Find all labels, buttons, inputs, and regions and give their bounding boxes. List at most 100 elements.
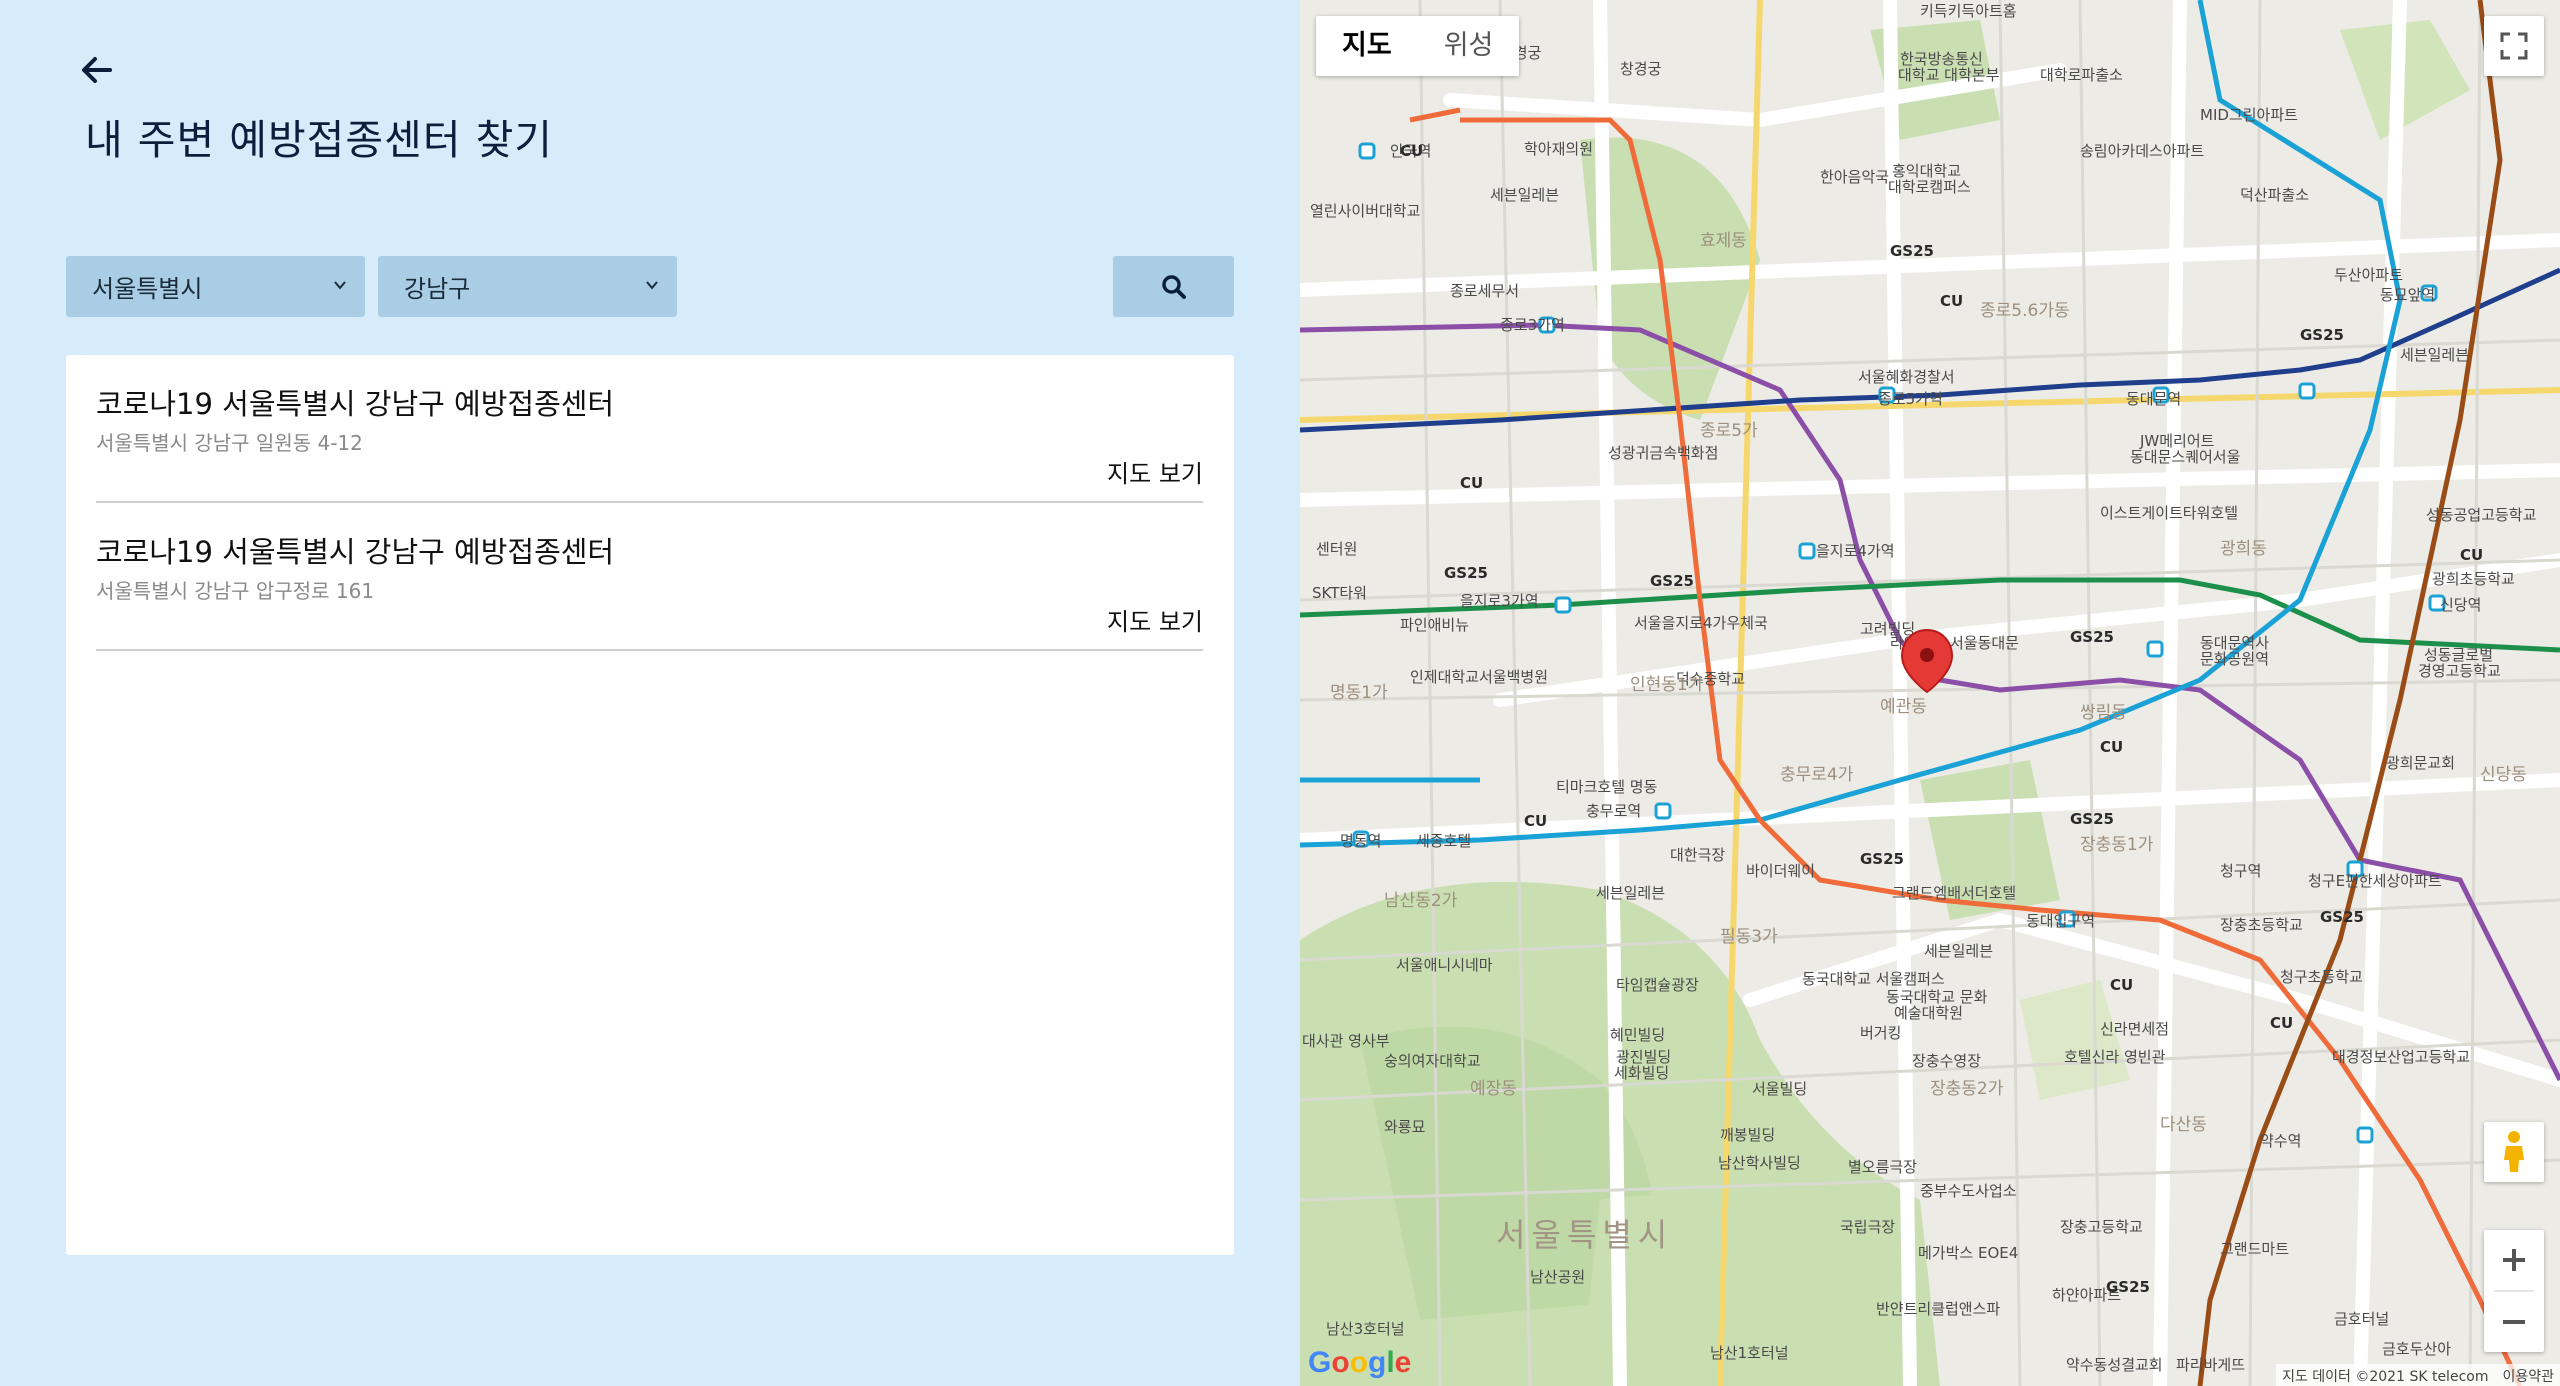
svg-text:동대입구역: 동대입구역 xyxy=(2026,912,2095,930)
svg-text:남산공원: 남산공원 xyxy=(1530,1268,1585,1286)
result-address: 서울특별시 강남구 일원동 4-12 xyxy=(96,431,363,455)
svg-text:송림아카데스아파트: 송림아카데스아파트 xyxy=(2080,142,2204,160)
svg-text:충무로4가: 충무로4가 xyxy=(1780,765,1854,785)
svg-text:와룡묘: 와룡묘 xyxy=(1384,1118,1426,1136)
svg-text:대한극장: 대한극장 xyxy=(1670,846,1725,864)
svg-text:파인애비뉴: 파인애비뉴 xyxy=(1400,616,1469,634)
view-map-link[interactable]: 지도 보기 xyxy=(1107,454,1203,489)
svg-text:장충수영장: 장충수영장 xyxy=(1912,1052,1981,1070)
svg-text:효제동: 효제동 xyxy=(1700,231,1747,251)
svg-text:세븐일레븐: 세븐일레븐 xyxy=(1490,186,1559,204)
svg-text:바이더웨이: 바이더웨이 xyxy=(1746,862,1815,880)
svg-text:신라면세점: 신라면세점 xyxy=(2100,1020,2169,1038)
svg-text:별오름극장: 별오름극장 xyxy=(1848,1158,1917,1176)
street-view-button[interactable] xyxy=(2484,1122,2544,1182)
results-list: 코로나19 서울특별시 강남구 예방접종센터 서울특별시 강남구 일원동 4-1… xyxy=(66,355,1234,1255)
map-canvas[interactable]: 키득키득아트홈 한국방송통신대학교 대학본부 대학로파출소 창경궁창경궁 MID… xyxy=(1300,0,2560,1386)
svg-text:덕산파출소: 덕산파출소 xyxy=(2240,186,2309,204)
svg-text:세븐일레븐: 세븐일레븐 xyxy=(1596,884,1665,902)
svg-text:MID그린아파트: MID그린아파트 xyxy=(2200,106,2298,124)
svg-text:필동3가: 필동3가 xyxy=(1720,927,1778,947)
svg-text:광희문교회: 광희문교회 xyxy=(2386,754,2455,772)
svg-text:대학로캠퍼스: 대학로캠퍼스 xyxy=(1888,178,1971,196)
svg-text:국립극장: 국립극장 xyxy=(1840,1218,1895,1236)
svg-text:종로5가역: 종로5가역 xyxy=(1878,390,1943,408)
map-city-label: 서울특별시 xyxy=(1496,1216,1673,1254)
svg-text:청구역: 청구역 xyxy=(2220,862,2261,880)
map-attribution: 지도 데이터 ©2021 SK telecom 이용약관 xyxy=(2276,1364,2560,1386)
svg-text:깨봉빌딩: 깨봉빌딩 xyxy=(1720,1126,1775,1144)
svg-text:GS25: GS25 xyxy=(2070,810,2114,828)
svg-text:금호두산아: 금호두산아 xyxy=(2382,1340,2451,1358)
terms-link[interactable]: 이용약관 xyxy=(2502,1366,2554,1385)
svg-text:동대문역: 동대문역 xyxy=(2126,390,2181,408)
svg-text:장충동2가: 장충동2가 xyxy=(1930,1079,2004,1099)
result-name: 코로나19 서울특별시 강남구 예방접종센터 xyxy=(96,387,615,421)
svg-text:서울을지로4가우체국: 서울을지로4가우체국 xyxy=(1634,614,1768,632)
svg-text:문화공원역: 문화공원역 xyxy=(2200,650,2269,668)
map-type-map-button[interactable]: 지도 xyxy=(1316,16,1418,76)
zoom-out-button[interactable] xyxy=(2484,1292,2544,1352)
svg-text:호텔신라 영빈관: 호텔신라 영빈관 xyxy=(2064,1048,2166,1066)
svg-text:약수역: 약수역 xyxy=(2260,1132,2301,1150)
search-button[interactable] xyxy=(1113,256,1234,317)
svg-text:동묘앞역: 동묘앞역 xyxy=(2380,286,2435,304)
svg-text:키득키득아트홈: 키득키득아트홈 xyxy=(1920,2,2017,20)
svg-text:예술대학원: 예술대학원 xyxy=(1894,1004,1963,1022)
district-select[interactable]: 강남구 xyxy=(378,256,677,317)
svg-text:버거킹: 버거킹 xyxy=(1860,1024,1901,1042)
result-address: 서울특별시 강남구 압구정로 161 xyxy=(96,579,375,603)
svg-text:장충고등학교: 장충고등학교 xyxy=(2060,1218,2143,1236)
map-type-control: 지도 위성 xyxy=(1316,16,1520,76)
svg-text:서울애니시네마: 서울애니시네마 xyxy=(1396,956,1493,974)
svg-text:경영고등학교: 경영고등학교 xyxy=(2418,662,2501,680)
back-button[interactable] xyxy=(80,50,128,90)
svg-text:남산3호터널: 남산3호터널 xyxy=(1326,1320,1405,1338)
svg-text:금호터널: 금호터널 xyxy=(2334,1310,2389,1328)
svg-text:CU: CU xyxy=(2270,1014,2293,1032)
svg-text:센터원: 센터원 xyxy=(1316,540,1357,558)
attribution-text: 지도 데이터 ©2021 SK telecom xyxy=(2282,1369,2489,1385)
chevron-down-icon xyxy=(646,281,658,290)
view-map-link[interactable]: 지도 보기 xyxy=(1107,602,1203,637)
search-icon xyxy=(1161,274,1186,299)
svg-text:예관동: 예관동 xyxy=(1880,697,1927,717)
svg-text:SKT타워: SKT타워 xyxy=(1312,584,1367,602)
zoom-in-button[interactable] xyxy=(2484,1230,2544,1290)
list-item: 코로나19 서울특별시 강남구 예방접종센터 서울특별시 강남구 일원동 4-1… xyxy=(96,355,1203,503)
svg-text:종로5가: 종로5가 xyxy=(1700,421,1758,441)
google-logo: Google xyxy=(1308,1346,1412,1379)
svg-text:신당동: 신당동 xyxy=(2480,765,2527,785)
map-type-satellite-button[interactable]: 위성 xyxy=(1418,16,1520,76)
svg-text:숭의여자대학교: 숭의여자대학교 xyxy=(1384,1052,1481,1070)
svg-text:예장동: 예장동 xyxy=(1470,1079,1517,1099)
svg-text:종로3가역: 종로3가역 xyxy=(1500,316,1565,334)
svg-text:대학교 대학본부: 대학교 대학본부 xyxy=(1898,66,2000,84)
svg-text:CU: CU xyxy=(1460,474,1483,492)
svg-text:청구초등학교: 청구초등학교 xyxy=(2280,968,2363,986)
minus-icon xyxy=(2503,1320,2525,1324)
svg-text:성광귀금속백화점: 성광귀금속백화점 xyxy=(1608,444,1718,462)
svg-text:서울혜화경찰서: 서울혜화경찰서 xyxy=(1858,368,1955,386)
svg-text:GS25: GS25 xyxy=(2070,628,2114,646)
svg-text:중부수도사업소: 중부수도사업소 xyxy=(1920,1182,2017,1200)
arrow-left-icon xyxy=(82,57,112,83)
svg-text:동대문스퀘어서울: 동대문스퀘어서울 xyxy=(2130,448,2240,466)
svg-text:세븐일레븐: 세븐일레븐 xyxy=(1924,942,1993,960)
svg-text:세화빌딩: 세화빌딩 xyxy=(1614,1064,1669,1082)
svg-text:인현동1가: 인현동1가 xyxy=(1630,675,1704,695)
svg-text:혜민빌딩: 혜민빌딩 xyxy=(1610,1026,1665,1044)
fullscreen-button[interactable] xyxy=(2484,16,2544,76)
svg-text:파리바게뜨: 파리바게뜨 xyxy=(2176,1356,2245,1374)
svg-text:충무로역: 충무로역 xyxy=(1586,802,1641,820)
city-select[interactable]: 서울특별시 xyxy=(66,256,365,317)
svg-text:CU: CU xyxy=(1524,812,1547,830)
chevron-down-icon xyxy=(334,281,346,290)
svg-text:대경정보산업고등학교: 대경정보산업고등학교 xyxy=(2332,1048,2470,1066)
svg-text:학아재의원: 학아재의원 xyxy=(1524,140,1593,158)
svg-text:두산아파트: 두산아파트 xyxy=(2334,266,2403,284)
zoom-control xyxy=(2484,1230,2544,1352)
city-select-value: 서울특별시 xyxy=(92,275,203,303)
svg-text:장충초등학교: 장충초등학교 xyxy=(2220,916,2303,934)
map[interactable]: 키득키득아트홈 한국방송통신 대학교 대학본부 대학로파출소 창경궁 창경궁 MID… xyxy=(1300,0,2560,1386)
